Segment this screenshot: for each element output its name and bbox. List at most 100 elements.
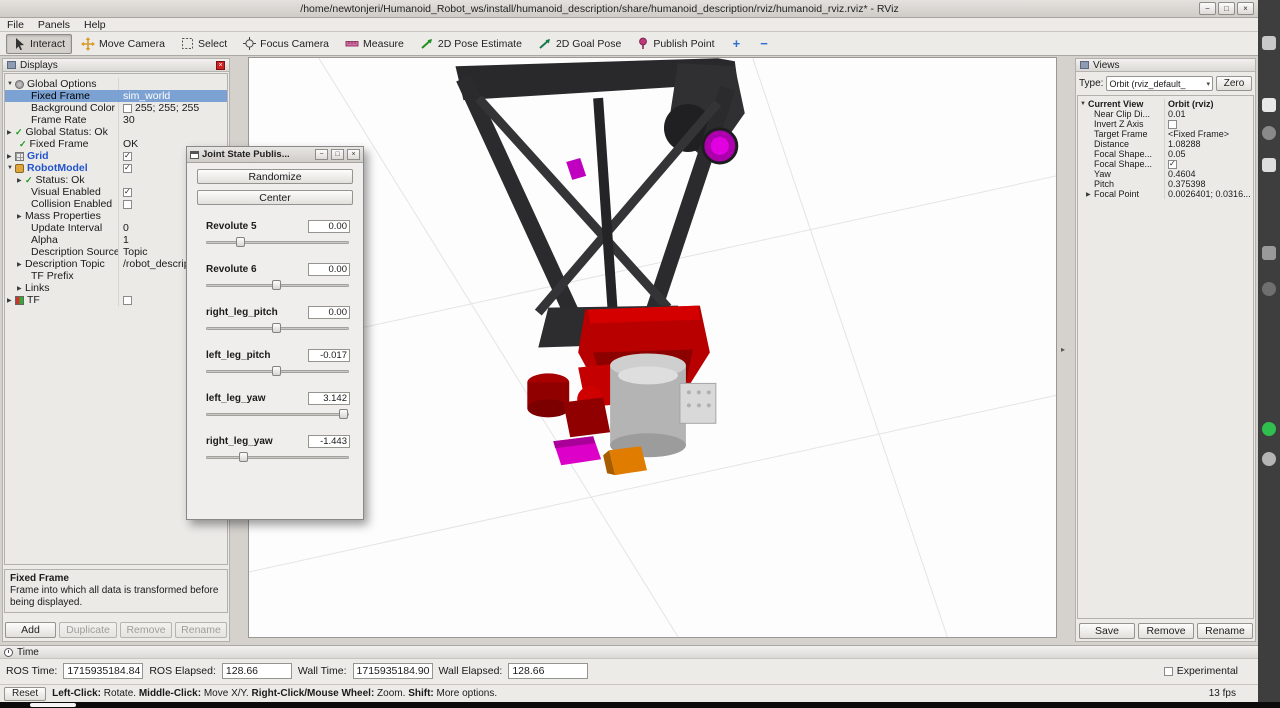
- expander-closed-icon[interactable]: ▶: [7, 129, 15, 136]
- property-value[interactable]: [1164, 159, 1253, 169]
- maximize-button[interactable]: □: [1218, 2, 1235, 15]
- row-distance[interactable]: Distance 1.08288: [1078, 139, 1253, 149]
- expander-closed-icon[interactable]: ▶: [1086, 191, 1094, 198]
- row-background-color[interactable]: Background Color 255; 255; 255: [5, 102, 227, 114]
- slider-handle[interactable]: [339, 409, 348, 419]
- row-current-view[interactable]: ▼Current View Orbit (rviz): [1078, 99, 1253, 109]
- row-invert-z[interactable]: Invert Z Axis: [1078, 119, 1253, 129]
- expander-closed-icon[interactable]: ▶: [7, 297, 15, 304]
- slider-track[interactable]: [206, 241, 349, 244]
- joint-value-field[interactable]: 3.142: [308, 392, 350, 405]
- center-button[interactable]: Center: [197, 190, 353, 205]
- menu-help[interactable]: Help: [77, 19, 113, 31]
- slider-handle[interactable]: [239, 452, 248, 462]
- reset-button[interactable]: Reset: [4, 687, 46, 701]
- duplicate-display-button[interactable]: Duplicate: [59, 622, 117, 638]
- tray-volume-icon[interactable]: [1262, 98, 1276, 112]
- tray-whatsapp-icon[interactable]: [1262, 422, 1276, 436]
- rename-view-button[interactable]: Rename: [1197, 623, 1253, 639]
- close-button[interactable]: ×: [1237, 2, 1254, 15]
- joint-slider[interactable]: [206, 236, 349, 248]
- tray-settings-icon[interactable]: [1262, 452, 1276, 466]
- property-value[interactable]: 0.375398: [1164, 179, 1253, 189]
- rename-display-button[interactable]: Rename: [175, 622, 227, 638]
- minimize-button[interactable]: −: [1199, 2, 1216, 15]
- tray-camera-icon[interactable]: [1262, 36, 1276, 50]
- expander-closed-icon[interactable]: ▶: [17, 177, 25, 184]
- checkbox-checked[interactable]: [1168, 160, 1177, 169]
- row-frame-rate[interactable]: Frame Rate 30: [5, 114, 227, 126]
- property-value[interactable]: 0.4604: [1164, 169, 1253, 179]
- move-camera-tool-button[interactable]: Move Camera: [74, 34, 172, 54]
- joint-slider[interactable]: [206, 322, 349, 334]
- ros-time-field[interactable]: 1715935184.84: [63, 663, 143, 679]
- slider-handle[interactable]: [272, 323, 281, 333]
- slider-track[interactable]: [206, 413, 349, 416]
- property-value[interactable]: 0.01: [1164, 109, 1253, 119]
- row-yaw[interactable]: Yaw 0.4604: [1078, 169, 1253, 179]
- slider-track[interactable]: [206, 456, 349, 459]
- dialog-minimize-button[interactable]: −: [315, 149, 328, 160]
- joint-slider[interactable]: [206, 279, 349, 291]
- row-fixed-frame[interactable]: Fixed Frame sim_world: [5, 90, 227, 102]
- tray-display-icon[interactable]: [1262, 126, 1276, 140]
- ros-elapsed-field[interactable]: 128.66: [222, 663, 292, 679]
- property-value[interactable]: [1164, 119, 1253, 129]
- measure-tool-button[interactable]: Measure: [338, 34, 411, 54]
- pose-estimate-tool-button[interactable]: 2D Pose Estimate: [413, 34, 529, 54]
- expander-open-icon[interactable]: ▼: [1080, 101, 1088, 107]
- row-near-clip[interactable]: Near Clip Di... 0.01: [1078, 109, 1253, 119]
- dialog-titlebar[interactable]: Joint State Publis... − □ ×: [187, 147, 363, 163]
- menu-panels[interactable]: Panels: [31, 19, 77, 31]
- property-value[interactable]: 0.05: [1164, 149, 1253, 159]
- interact-tool-button[interactable]: Interact: [6, 34, 72, 54]
- property-value[interactable]: 255; 255; 255: [118, 102, 227, 114]
- publish-point-tool-button[interactable]: Publish Point: [630, 34, 721, 54]
- tray-screenshot-icon[interactable]: [1262, 158, 1276, 172]
- views-panel-header[interactable]: Views: [1076, 59, 1255, 72]
- checkbox-unchecked[interactable]: [123, 200, 132, 209]
- joint-value-field[interactable]: 0.00: [308, 220, 350, 233]
- add-display-button[interactable]: Add: [5, 622, 56, 638]
- joint-slider[interactable]: [206, 451, 349, 463]
- row-focal-point[interactable]: ▶Focal Point 0.0026401; 0.0316...: [1078, 189, 1253, 199]
- joint-slider[interactable]: [206, 408, 349, 420]
- expander-closed-icon[interactable]: ▶: [17, 213, 25, 220]
- dialog-close-button[interactable]: ×: [347, 149, 360, 160]
- checkbox-checked[interactable]: [123, 152, 132, 161]
- expander-closed-icon[interactable]: ▶: [7, 153, 15, 160]
- dialog-maximize-button[interactable]: □: [331, 149, 344, 160]
- focus-camera-tool-button[interactable]: Focus Camera: [236, 34, 336, 54]
- row-global-status[interactable]: ▶✓Global Status: Ok: [5, 126, 227, 138]
- joint-value-field[interactable]: -0.017: [308, 349, 350, 362]
- property-value[interactable]: 30: [118, 114, 227, 126]
- tray-app-icon[interactable]: [1262, 246, 1276, 260]
- tray-chat-icon[interactable]: [1262, 282, 1276, 296]
- expander-open-icon[interactable]: ▼: [7, 165, 15, 171]
- view-type-combobox[interactable]: Orbit (rviz_default_ ▾: [1106, 76, 1213, 91]
- joint-value-field[interactable]: 0.00: [308, 306, 350, 319]
- property-value[interactable]: 1.08288: [1164, 139, 1253, 149]
- menu-file[interactable]: File: [0, 19, 31, 31]
- remove-tool-button[interactable]: −: [751, 34, 777, 54]
- slider-handle[interactable]: [236, 237, 245, 247]
- property-value[interactable]: 0.0026401; 0.0316...: [1164, 189, 1253, 199]
- save-view-button[interactable]: Save: [1079, 623, 1135, 639]
- row-target-frame[interactable]: Target Frame <Fixed Frame>: [1078, 129, 1253, 139]
- checkbox-unchecked[interactable]: [1168, 120, 1177, 129]
- slider-handle[interactable]: [272, 366, 281, 376]
- joint-value-field[interactable]: -1.443: [308, 435, 350, 448]
- slider-handle[interactable]: [272, 280, 281, 290]
- taskbar-item[interactable]: [30, 703, 76, 707]
- expander-closed-icon[interactable]: ▶: [17, 261, 25, 268]
- panel-collapse-arrow-icon[interactable]: ▸: [1061, 345, 1065, 354]
- wall-time-field[interactable]: 1715935184.90: [353, 663, 433, 679]
- checkbox-unchecked[interactable]: [123, 296, 132, 305]
- experimental-checkbox[interactable]: [1164, 667, 1173, 676]
- row-global-options[interactable]: ▼Global Options: [5, 78, 227, 90]
- add-tool-button[interactable]: +: [724, 34, 750, 54]
- remove-view-button[interactable]: Remove: [1138, 623, 1194, 639]
- joint-value-field[interactable]: 0.00: [308, 263, 350, 276]
- joint-slider[interactable]: [206, 365, 349, 377]
- displays-panel-header[interactable]: Displays ×: [3, 59, 229, 72]
